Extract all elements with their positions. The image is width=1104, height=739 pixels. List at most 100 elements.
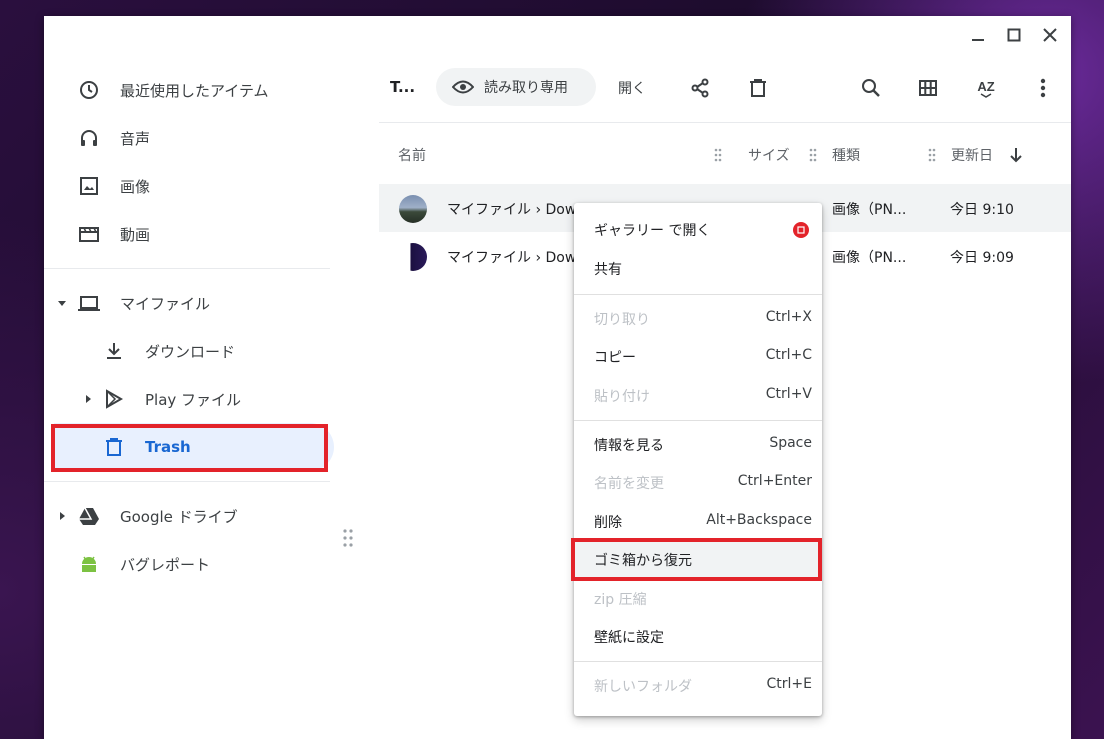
menu-item-open-gallery[interactable]: ギャラリー で開く <box>574 210 822 248</box>
menu-item-label: 切り取り <box>594 312 650 328</box>
sidebar-item-label: Google ドライブ <box>120 507 238 526</box>
menu-item-shortcut: Ctrl+X <box>765 309 812 325</box>
close-button[interactable] <box>1039 24 1061 46</box>
expand-arrow-icon[interactable] <box>82 393 94 405</box>
menu-item-info[interactable]: 情報を見る Space <box>574 425 822 463</box>
menu-item-zip[interactable]: zip 圧縮 <box>574 579 822 617</box>
share-button[interactable] <box>687 75 713 101</box>
sidebar: 最近使用したアイテム 音声 画像 動画 マイファイル ダウンロード Play フ… <box>44 66 334 588</box>
column-modified[interactable]: 更新日 <box>951 145 993 165</box>
maximize-icon <box>1007 28 1021 42</box>
more-vertical-icon <box>1040 78 1046 98</box>
sidebar-item-trash[interactable]: Trash <box>54 423 334 471</box>
sidebar-item-bug-report[interactable]: バグレポート <box>44 540 330 588</box>
column-resize-icon[interactable] <box>928 148 936 162</box>
grid-view-button[interactable] <box>915 75 941 101</box>
menu-item-delete[interactable]: 削除 Alt+Backspace <box>574 502 822 540</box>
context-menu: ギャラリー で開く 共有 切り取り Ctrl+X コピー Ctrl+C 貼り付け… <box>574 203 822 716</box>
minimize-icon <box>972 39 984 41</box>
menu-divider <box>574 294 822 295</box>
menu-item-copy[interactable]: コピー Ctrl+C <box>574 337 822 375</box>
film-icon <box>77 222 101 246</box>
menu-item-label: 貼り付け <box>594 389 650 405</box>
menu-item-paste[interactable]: 貼り付け Ctrl+V <box>574 376 822 414</box>
menu-item-label: ギャラリー で開く <box>594 223 711 239</box>
delete-button[interactable] <box>745 75 771 101</box>
file-modified: 今日 9:10 <box>950 202 1014 218</box>
sidebar-item-my-files[interactable]: マイファイル <box>44 279 330 327</box>
sidebar-item-label: Play ファイル <box>145 390 242 409</box>
drag-handle-icon <box>343 529 353 547</box>
menu-item-shortcut: Ctrl+C <box>765 347 812 363</box>
column-resize-icon[interactable] <box>809 148 817 162</box>
minimize-button[interactable] <box>967 24 989 46</box>
sidebar-item-images[interactable]: 画像 <box>44 162 330 210</box>
column-resize-icon[interactable] <box>714 148 722 162</box>
file-name: マイファイル › Dow <box>447 250 577 266</box>
window-controls <box>967 24 1061 46</box>
menu-item-new-folder[interactable]: 新しいフォルダ Ctrl+E <box>574 666 822 704</box>
clock-icon <box>77 78 101 102</box>
menu-item-cut[interactable]: 切り取り Ctrl+X <box>574 299 822 337</box>
sidebar-item-downloads[interactable]: ダウンロード <box>44 327 330 375</box>
file-type: 画像（PN... <box>832 250 907 266</box>
menu-item-label: zip 圧縮 <box>594 592 647 608</box>
sidebar-divider <box>44 268 330 269</box>
headphones-icon <box>77 126 101 150</box>
expand-arrow-icon[interactable] <box>56 510 68 522</box>
more-menu-button[interactable] <box>1030 75 1056 101</box>
download-icon <box>102 339 126 363</box>
eye-icon <box>452 79 474 95</box>
search-button[interactable] <box>858 75 884 101</box>
menu-item-rename[interactable]: 名前を変更 Ctrl+Enter <box>574 463 822 501</box>
column-type[interactable]: 種類 <box>832 145 860 165</box>
expand-arrow-icon[interactable] <box>56 297 68 309</box>
file-list-header: 名前 サイズ 種類 更新日 <box>379 136 1071 172</box>
menu-item-label: 削除 <box>594 515 622 531</box>
file-type: 画像（PN... <box>832 202 907 218</box>
sidebar-item-label: 最近使用したアイテム <box>120 81 269 100</box>
share-icon <box>691 78 709 98</box>
android-icon <box>77 552 101 576</box>
sidebar-item-label: 動画 <box>120 225 151 244</box>
sidebar-item-videos[interactable]: 動画 <box>44 210 330 258</box>
menu-item-shortcut: Space <box>769 435 812 451</box>
image-icon <box>77 174 101 198</box>
menu-item-label: 名前を変更 <box>594 476 664 492</box>
menu-item-label: 共有 <box>594 262 622 278</box>
play-store-icon <box>102 387 126 411</box>
files-app-window: 最近使用したアイテム 音声 画像 動画 マイファイル ダウンロード Play フ… <box>44 16 1071 739</box>
sidebar-item-label: 音声 <box>120 129 151 148</box>
menu-divider <box>574 420 822 421</box>
open-button[interactable]: 開く <box>618 78 646 98</box>
menu-item-label: 情報を見る <box>594 438 664 454</box>
sidebar-item-play-files[interactable]: Play ファイル <box>44 375 330 423</box>
image-thumbnail <box>399 195 427 223</box>
menu-item-share[interactable]: 共有 <box>574 249 822 287</box>
column-name[interactable]: 名前 <box>398 145 426 165</box>
laptop-icon <box>77 291 101 315</box>
toolbar: T... 読み取り専用 開く AZ <box>379 68 1071 108</box>
column-size[interactable]: サイズ <box>748 145 790 165</box>
breadcrumb[interactable]: T... <box>390 78 415 96</box>
menu-item-set-wallpaper[interactable]: 壁紙に設定 <box>574 617 822 655</box>
file-name: マイファイル › Dow <box>447 202 577 218</box>
search-icon <box>862 79 880 97</box>
grid-icon <box>919 80 937 96</box>
sidebar-item-recent[interactable]: 最近使用したアイテム <box>44 66 330 114</box>
sidebar-item-audio[interactable]: 音声 <box>44 114 330 162</box>
sort-az-icon: AZ <box>977 79 995 98</box>
gallery-app-icon <box>793 222 809 238</box>
menu-item-restore-from-trash[interactable]: ゴミ箱から復元 <box>574 540 822 578</box>
arrow-down-icon[interactable] <box>1009 147 1023 163</box>
sort-button[interactable]: AZ <box>973 75 999 101</box>
sidebar-item-label: マイファイル <box>120 294 211 313</box>
sidebar-resize-handle[interactable] <box>342 528 354 548</box>
menu-item-label: 新しいフォルダ <box>594 679 692 695</box>
readonly-chip[interactable]: 読み取り専用 <box>436 68 596 106</box>
maximize-button[interactable] <box>1003 24 1025 46</box>
menu-item-shortcut: Ctrl+V <box>765 386 812 402</box>
sidebar-item-google-drive[interactable]: Google ドライブ <box>44 492 330 540</box>
readonly-label: 読み取り専用 <box>484 80 568 96</box>
menu-item-label: コピー <box>594 350 636 366</box>
